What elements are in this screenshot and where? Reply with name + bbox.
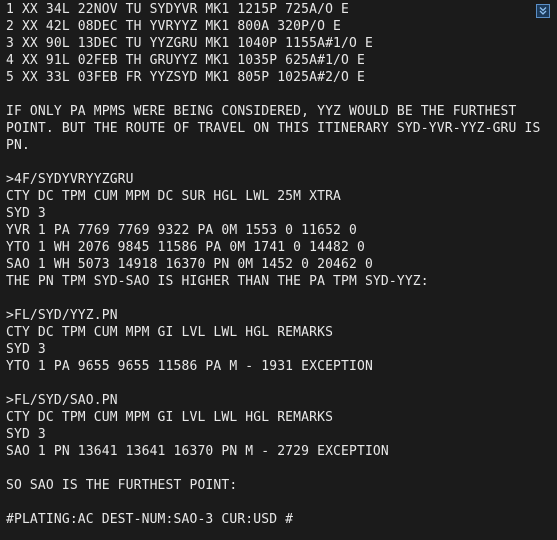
terminal-line: CTY DC TPM CUM MPM GI LVL LWL HGL REMARK… [6, 410, 334, 425]
terminal-line: 3 XX 90L 13DEC TU YYZGRU MK1 1040P 1155A… [6, 36, 373, 51]
chevron-double-down-icon [538, 6, 548, 16]
terminal-line: CTY DC TPM CUM MPM GI LVL LWL HGL REMARK… [6, 325, 334, 340]
terminal-line: 5 XX 33L 03FEB FR YYZSYD MK1 805P 1025A#… [6, 70, 365, 85]
terminal-line: SYD 3 [6, 206, 46, 221]
terminal-line: IF ONLY PA MPMS WERE BEING CONSIDERED, Y… [6, 104, 517, 119]
terminal-line: 1 XX 34L 22NOV TU SYDYVR MK1 1215P 725A/… [6, 2, 349, 17]
terminal-line: >4F/SYDYVRYYZGRU [6, 172, 134, 187]
terminal-line: PN. [6, 138, 30, 153]
terminal-line: YTO 1 WH 2076 9845 11586 PA 0M 1741 0 14… [6, 240, 365, 255]
terminal-line: 4 XX 91L 02FEB TH GRUYYZ MK1 1035P 625A#… [6, 53, 365, 68]
scroll-to-bottom-button[interactable] [536, 4, 550, 18]
terminal-line: #PLATING:AC DEST-NUM:SAO-3 CUR:USD # [6, 512, 294, 527]
terminal-line: 2 XX 42L 08DEC TH YVRYYZ MK1 800A 320P/O… [6, 19, 342, 34]
terminal-line: SYD 3 [6, 342, 46, 357]
terminal-line: >FL/SYD/SAO.PN [6, 393, 118, 408]
terminal-line: THE PN TPM SYD-SAO IS HIGHER THAN THE PA… [6, 274, 429, 289]
terminal-line: POINT. BUT THE ROUTE OF TRAVEL ON THIS I… [6, 121, 541, 136]
terminal-line: SAO 1 WH 5073 14918 16370 PN 0M 1452 0 2… [6, 257, 373, 272]
terminal-line: SO SAO IS THE FURTHEST POINT: [6, 478, 238, 493]
terminal-line: SAO 1 PN 13641 13641 16370 PN M - 2729 E… [6, 444, 389, 459]
terminal-line: SYD 3 [6, 427, 46, 442]
terminal-line: >FL/SYD/YYZ.PN [6, 308, 118, 323]
terminal-output: 1 XX 34L 22NOV TU SYDYVR MK1 1215P 725A/… [6, 1, 541, 528]
terminal-line: YVR 1 PA 7769 7769 9322 PA 0M 1553 0 116… [6, 223, 357, 238]
terminal-line: YTO 1 PA 9655 9655 11586 PA M - 1931 EXC… [6, 359, 373, 374]
terminal-line: CTY DC TPM CUM MPM DC SUR HGL LWL 25M XT… [6, 189, 342, 204]
